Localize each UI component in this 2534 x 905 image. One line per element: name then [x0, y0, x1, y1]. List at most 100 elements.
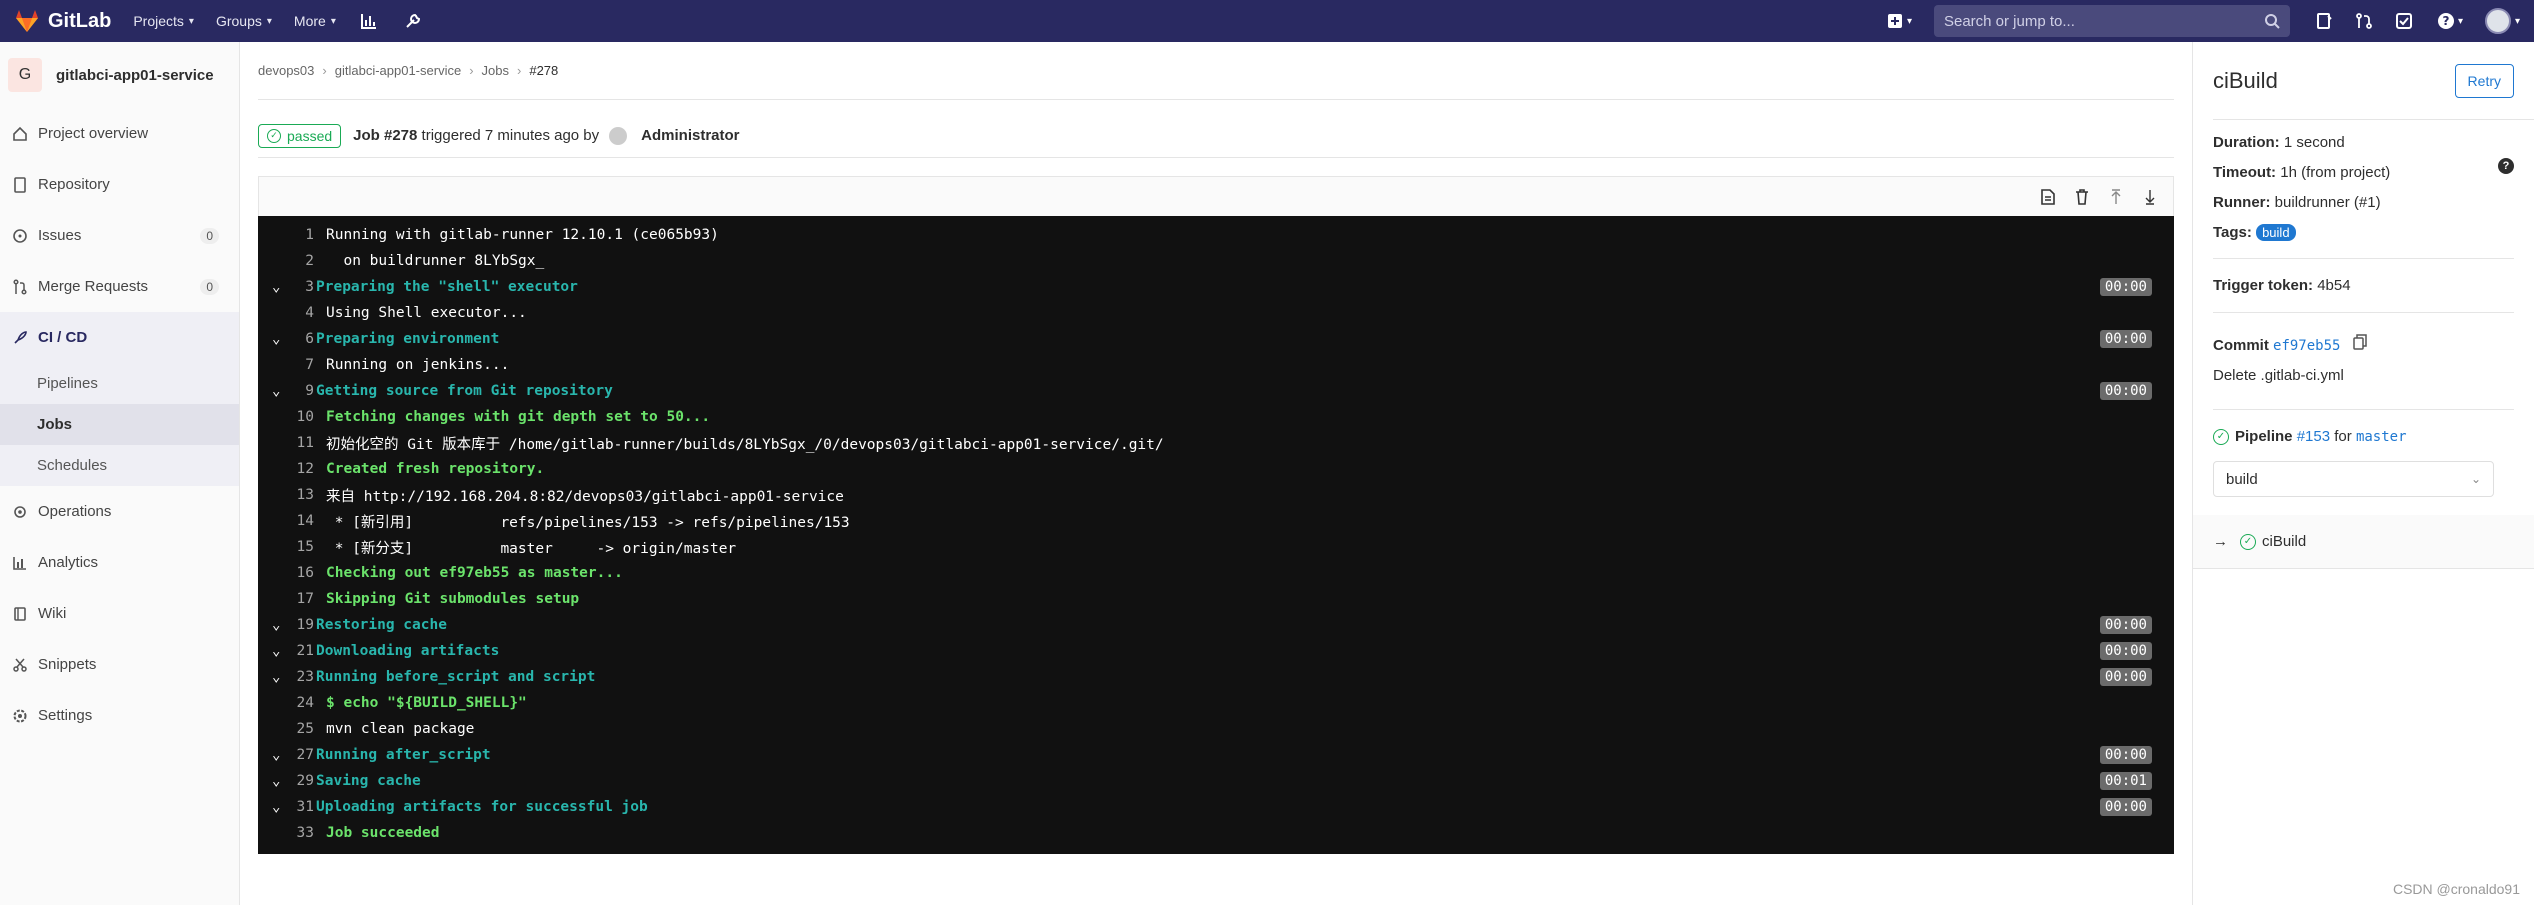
line-number[interactable]: 10: [258, 409, 326, 425]
sidebar-item-settings[interactable]: Settings: [0, 690, 239, 741]
sidebar-subitem-schedules[interactable]: Schedules: [0, 445, 239, 486]
sidebar-item-snippets[interactable]: Snippets: [0, 639, 239, 690]
commit-sha-link[interactable]: ef97eb55: [2273, 338, 2340, 354]
sidebar-item-repository[interactable]: Repository: [0, 159, 239, 210]
sidebar-item-merge-requests[interactable]: Merge Requests 0: [0, 261, 239, 312]
line-number[interactable]: 4: [258, 305, 326, 321]
scroll-top-icon[interactable]: [2106, 187, 2126, 207]
line-number[interactable]: 14: [258, 513, 326, 529]
commit-label: Commit: [2213, 337, 2269, 354]
new-item-button[interactable]: ▾: [1887, 13, 1912, 29]
log-line: 15 * [新分支] master -> origin/master: [258, 534, 2174, 560]
line-number[interactable]: 17: [258, 591, 326, 607]
help-icon[interactable]: ? ▾: [2433, 10, 2467, 32]
sidebar-item-project-overview[interactable]: Project overview: [0, 108, 239, 159]
breadcrumb-current[interactable]: #278: [529, 63, 558, 78]
job-list-item[interactable]: → ✓ ciBuild: [2193, 515, 2534, 570]
activity-chart-icon[interactable]: [358, 10, 380, 32]
sidebar-item-ci-cd[interactable]: CI / CD: [0, 312, 239, 363]
log-line[interactable]: ⌄ 6 Preparing environment 00:00: [258, 326, 2174, 352]
log-line-text: 初始化空的 Git 版本库于 /home/gitlab-runner/build…: [326, 436, 1164, 453]
collapse-chevron-icon[interactable]: ⌄: [272, 773, 280, 789]
merge-request-icon[interactable]: [2353, 10, 2375, 32]
log-line[interactable]: ⌄ 19 Restoring cache 00:00: [258, 612, 2174, 638]
line-number[interactable]: 1: [258, 227, 326, 243]
breadcrumb-project[interactable]: gitlabci-app01-service: [335, 63, 461, 78]
line-number[interactable]: 25: [258, 721, 326, 737]
stage-select[interactable]: build ⌄: [2213, 461, 2494, 498]
line-number[interactable]: 13: [258, 487, 326, 503]
plus-square-icon: [1887, 14, 1902, 28]
line-number[interactable]: 2: [258, 253, 326, 269]
log-line[interactable]: ⌄ 3 Preparing the "shell" executor 00:00: [258, 274, 2174, 300]
line-number[interactable]: 7: [258, 357, 326, 373]
collapse-chevron-icon[interactable]: ⌄: [272, 279, 280, 295]
scroll-bottom-icon[interactable]: [2140, 187, 2160, 207]
log-line[interactable]: ⌄ 21 Downloading artifacts 00:00: [258, 638, 2174, 664]
admin-wrench-icon[interactable]: [402, 10, 424, 32]
home-icon: [10, 124, 30, 144]
todo-checklist-icon[interactable]: [2393, 10, 2415, 32]
log-line-text: $ echo "${BUILD_SHELL}": [326, 695, 527, 711]
log-line[interactable]: ⌄ 29 Saving cache 00:01: [258, 768, 2174, 794]
nav-groups[interactable]: Groups ▾: [216, 13, 272, 29]
copy-icon[interactable]: [2352, 331, 2367, 361]
log-line-text: Running on jenkins...: [326, 357, 510, 373]
log-line[interactable]: ⌄ 23 Running before_script and script 00:00: [258, 664, 2174, 690]
collapse-chevron-icon[interactable]: ⌄: [272, 747, 280, 763]
sidebar-item-wiki[interactable]: Wiki: [0, 588, 239, 639]
collapse-chevron-icon[interactable]: ⌄: [272, 383, 280, 399]
avatar[interactable]: [609, 126, 628, 145]
log-line[interactable]: ⌄ 27 Running after_script 00:00: [258, 742, 2174, 768]
nav-more[interactable]: More ▾: [294, 13, 336, 29]
arrow-right-icon: →: [2213, 533, 2228, 551]
project-name: gitlabci-app01-service: [56, 66, 214, 84]
doc-icon: [10, 175, 30, 195]
sidebar-item-label: Project overview: [38, 125, 149, 142]
retry-button[interactable]: Retry: [2454, 63, 2514, 98]
log-line-text: Downloading artifacts: [316, 643, 500, 659]
breadcrumb-jobs[interactable]: Jobs: [482, 63, 509, 78]
line-number[interactable]: 33: [258, 825, 326, 841]
raw-log-icon[interactable]: [2038, 187, 2058, 207]
project-header[interactable]: G gitlabci-app01-service: [0, 42, 239, 108]
todo-icon[interactable]: [2313, 10, 2335, 32]
sidebar-subitem-jobs[interactable]: Jobs: [0, 404, 239, 445]
job-user[interactable]: Administrator: [641, 127, 739, 144]
line-number[interactable]: 11: [258, 435, 326, 451]
user-menu[interactable]: ▾: [2484, 8, 2520, 34]
collapse-chevron-icon[interactable]: ⌄: [272, 617, 280, 633]
line-number[interactable]: 12: [258, 461, 326, 477]
log-line-text: on buildrunner 8LYbSgx_: [326, 253, 545, 269]
sidebar-item-issues[interactable]: Issues 0: [0, 210, 239, 261]
pipeline-link[interactable]: #153: [2297, 428, 2330, 445]
collapse-chevron-icon[interactable]: ⌄: [272, 643, 280, 659]
line-number[interactable]: 15: [258, 539, 326, 555]
sidebar-item-analytics[interactable]: Analytics: [0, 537, 239, 588]
breadcrumb-separator: ›: [322, 63, 327, 78]
collapse-chevron-icon[interactable]: ⌄: [272, 331, 280, 347]
nav-projects[interactable]: Projects ▾: [133, 13, 194, 29]
sidebar-subitem-pipelines[interactable]: Pipelines: [0, 363, 239, 404]
branch-link[interactable]: master: [2356, 429, 2407, 445]
avatar: [2484, 8, 2511, 34]
question-circle-icon[interactable]: ?: [2498, 158, 2514, 174]
status-label: passed: [287, 127, 333, 144]
chevron-down-icon: ▾: [1906, 15, 1912, 27]
breadcrumb-separator: ›: [517, 63, 522, 78]
rocket-icon: [10, 328, 30, 348]
line-number[interactable]: 16: [258, 565, 326, 581]
collapse-chevron-icon[interactable]: ⌄: [272, 669, 280, 685]
gitlab-logo[interactable]: GitLab: [14, 8, 111, 34]
log-line: 11 初始化空的 Git 版本库于 /home/gitlab-runner/bui…: [258, 430, 2174, 456]
line-number[interactable]: 24: [258, 695, 326, 711]
erase-log-icon[interactable]: [2072, 187, 2092, 207]
log-line-text: Saving cache: [316, 773, 421, 789]
collapse-chevron-icon[interactable]: ⌄: [272, 799, 280, 815]
log-line-text: Job succeeded: [326, 825, 440, 841]
log-line[interactable]: ⌄ 9 Getting source from Git repository 00:0…: [258, 378, 2174, 404]
breadcrumb-group[interactable]: devops03: [258, 63, 314, 78]
search-input[interactable]: Search or jump to...: [1933, 5, 2290, 37]
log-line[interactable]: ⌄ 31 Uploading artifacts for successful jo…: [258, 794, 2174, 820]
sidebar-item-operations[interactable]: Operations: [0, 486, 239, 537]
